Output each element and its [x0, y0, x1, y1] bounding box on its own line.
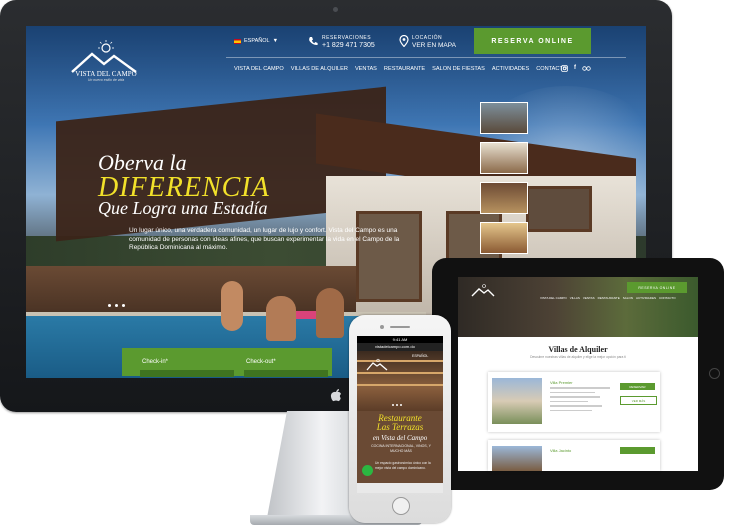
brand-tagline: Un nuevo estilo de vida — [87, 78, 125, 82]
phone-url[interactable]: vistadelcampo.com.do — [375, 344, 415, 349]
tablet-nav-item[interactable]: SALON — [623, 296, 633, 300]
checkin-label: Check-in* — [142, 359, 169, 365]
whatsapp-icon[interactable] — [362, 465, 373, 476]
gallery-thumbnail[interactable] — [480, 142, 528, 174]
header-divider — [226, 57, 626, 58]
phone-speaker — [390, 326, 410, 328]
person-figure — [221, 281, 243, 331]
nav-item-restaurante[interactable]: RESTAURANTE — [384, 66, 425, 72]
phone-hero-line2: Las Terrazas — [376, 422, 424, 432]
vista-del-campo-logo[interactable] — [64, 38, 144, 98]
nav-item-vista-del-campo[interactable]: VISTA DEL CAMPO — [234, 66, 284, 72]
checkout-input[interactable] — [244, 370, 328, 377]
language-label: ESPAÑOL — [244, 38, 270, 44]
phone-browser-toolbar — [357, 483, 443, 493]
tablet-nav-item[interactable]: VENTAS — [583, 296, 595, 300]
ceiling-beam — [357, 384, 443, 386]
villa-reserve-button[interactable] — [620, 447, 655, 454]
slider-dot[interactable] — [396, 404, 398, 406]
nav-item-salon-de-fiestas[interactable]: SALON DE FIESTAS — [432, 66, 485, 72]
slider-dots — [108, 304, 125, 307]
map-pin-icon — [399, 35, 409, 47]
villa-card-details — [550, 387, 612, 414]
phone-logo[interactable] — [366, 358, 388, 374]
tablet-nav-item[interactable]: CONTACTO — [659, 296, 676, 300]
location-label: LOCACIÓN — [412, 35, 443, 41]
phone-hero-paragraph: Un espacio gastronómico único con la mej… — [375, 461, 431, 470]
caret-down-icon: ▼ — [272, 38, 279, 44]
phone-hero-line3: en Vista del Campo — [372, 434, 428, 442]
slider-dot[interactable] — [108, 304, 111, 307]
social-links: f — [561, 65, 591, 72]
apple-logo-icon — [330, 389, 341, 402]
tablet-section-subtitle: Descubre nuestras villas de alquiler y e… — [530, 355, 626, 359]
monitor-camera — [333, 7, 338, 12]
reserve-online-button[interactable]: RESERVA ONLINE — [474, 28, 591, 54]
person-swimsuit — [296, 311, 318, 319]
villa-card-title[interactable]: Villa Premier — [550, 380, 573, 385]
tripadvisor-icon[interactable] — [582, 65, 591, 72]
checkout-label: Check-out* — [246, 359, 276, 365]
villa-card-image[interactable] — [492, 446, 542, 471]
gallery-thumbnail[interactable] — [480, 222, 528, 254]
phone-slider-dots — [392, 404, 402, 406]
gallery-thumbnail[interactable] — [480, 102, 528, 134]
tablet-reserve-button[interactable]: RESERVA ONLINE — [627, 282, 687, 293]
tablet-nav: VISTA DEL CAMPO VILLAS VENTAS RESTAURANT… — [540, 296, 676, 300]
gallery-thumbnails — [480, 102, 528, 262]
villa-more-button[interactable]: VER MÁS — [620, 396, 657, 405]
checkin-input[interactable] — [140, 370, 234, 377]
brand-name: VISTA DEL CAMPO — [75, 70, 137, 78]
reservations-label: RESERVACIONES — [322, 35, 372, 41]
person-figure — [316, 288, 344, 338]
tablet-nav-item[interactable]: ACTIVIDADES — [636, 296, 656, 300]
facebook-icon[interactable]: f — [574, 65, 576, 72]
tablet-nav-item[interactable]: VISTA DEL CAMPO — [540, 296, 567, 300]
slider-dot[interactable] — [392, 404, 394, 406]
view-map-link[interactable]: VER EN MAPA — [412, 42, 456, 49]
person-figure — [266, 296, 296, 341]
hero-headline-line3: Que Logra una Estadía — [98, 198, 268, 218]
villa-reserve-button[interactable]: RESERVAR — [620, 383, 655, 390]
house-door — [356, 211, 422, 302]
main-nav: VISTA DEL CAMPO VILLAS DE ALQUILER VENTA… — [234, 66, 567, 72]
nav-item-villas-de-alquiler[interactable]: VILLAS DE ALQUILER — [291, 66, 348, 72]
slider-dot[interactable] — [400, 404, 402, 406]
hero-paragraph: Un lugar único, una verdadera comunidad,… — [129, 227, 400, 251]
phone-language-selector[interactable]: ESPAÑOL — [412, 354, 428, 358]
house-window — [526, 186, 592, 232]
villa-card-image[interactable] — [492, 378, 542, 424]
tablet-nav-item[interactable]: VILLAS — [570, 296, 580, 300]
tablet-nav-item[interactable]: RESTAURANTE — [598, 296, 620, 300]
phone-status-bar: 9:41 AM — [357, 336, 443, 343]
slider-dot[interactable] — [122, 304, 125, 307]
tablet-logo[interactable] — [470, 283, 496, 301]
tablet-section-title: Villas de Alquiler — [548, 345, 608, 354]
language-selector[interactable]: ESPAÑOL ▼ — [234, 38, 278, 44]
phone-home-button[interactable] — [392, 497, 410, 515]
phone-icon — [309, 37, 318, 46]
nav-item-ventas[interactable]: VENTAS — [355, 66, 377, 72]
instagram-icon[interactable] — [561, 65, 568, 72]
spain-flag-icon — [234, 38, 241, 44]
gallery-thumbnail[interactable] — [480, 182, 528, 214]
villa-card-title[interactable]: Villa Jacinto — [550, 448, 571, 453]
slider-dot[interactable] — [115, 304, 118, 307]
nav-item-actividades[interactable]: ACTIVIDADES — [492, 66, 529, 72]
phone-hero-subtitle: COCINA INTERNACIONAL, VINOS, Y MUCHO MÁS — [371, 444, 431, 453]
phone-camera — [380, 325, 384, 329]
reservations-phone[interactable]: +1 829 471 7305 — [322, 42, 375, 49]
tablet-home-button[interactable] — [709, 368, 720, 379]
